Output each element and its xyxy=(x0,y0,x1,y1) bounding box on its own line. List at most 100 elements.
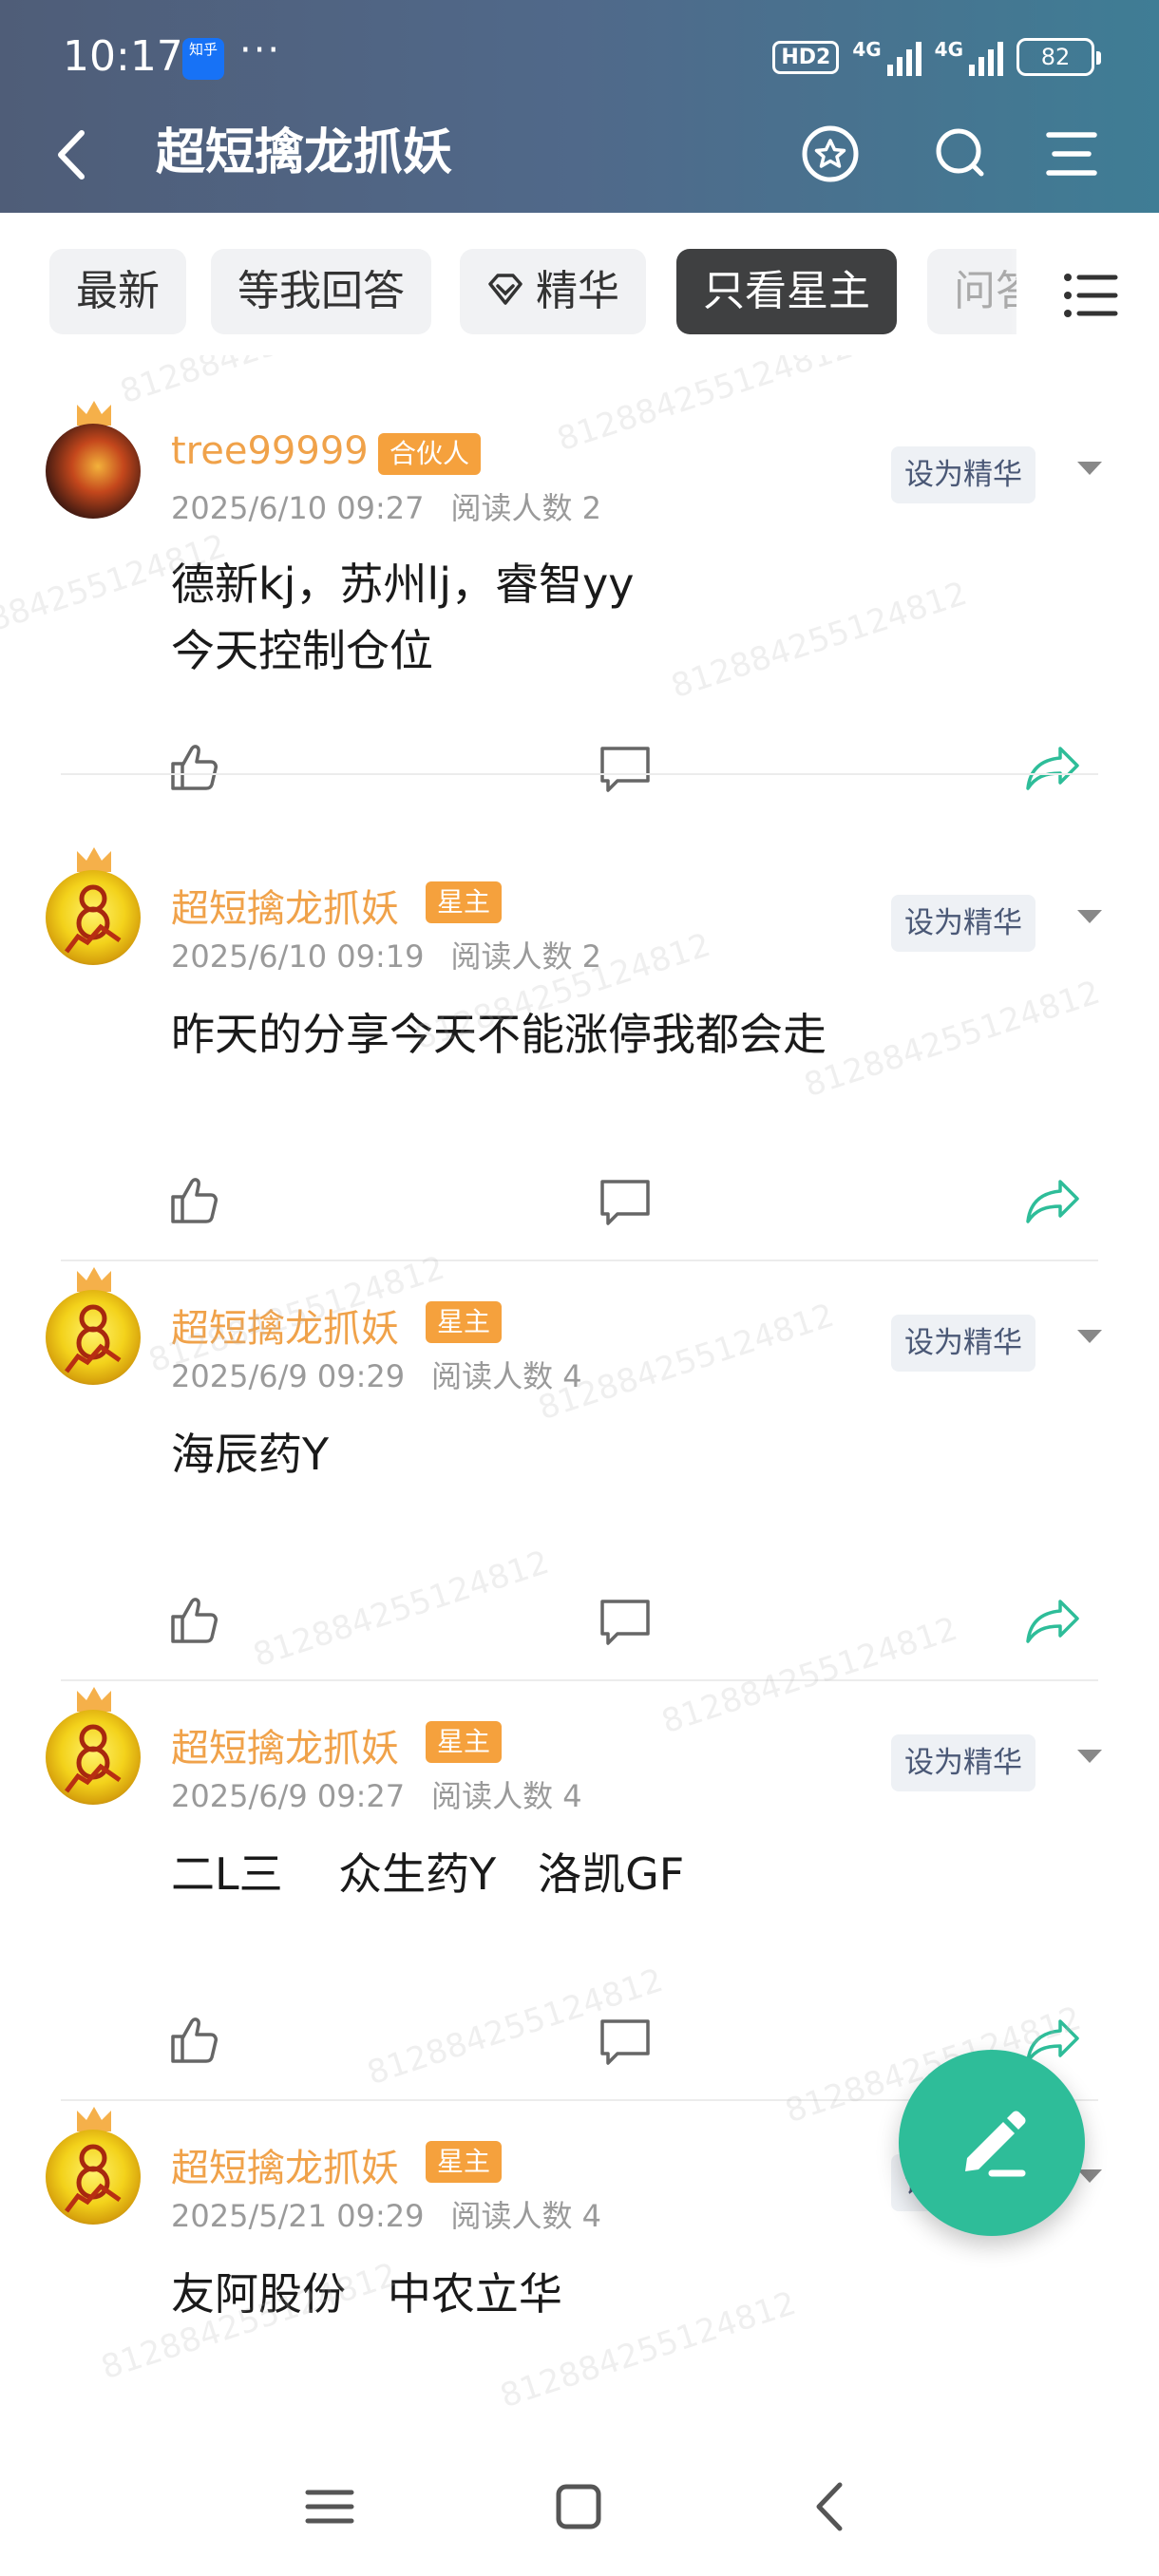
recent-apps-icon[interactable] xyxy=(296,2473,363,2540)
post-date: 2025/6/9 09:29 xyxy=(171,1358,406,1394)
role-badge: 星主 xyxy=(426,1301,503,1343)
filter-label: 等我回答 xyxy=(238,267,405,315)
share-icon[interactable] xyxy=(1022,739,1083,796)
compose-button[interactable] xyxy=(899,2050,1085,2236)
filter-tabs: 最新 等我回答 精华 只看星主 问答 xyxy=(0,213,1159,355)
comment-icon[interactable] xyxy=(597,2012,654,2069)
share-icon[interactable] xyxy=(1022,1172,1083,1229)
post-meta: 2025/6/9 09:27 阅读人数 4 xyxy=(171,1772,582,1816)
pencil-icon xyxy=(965,2111,1026,2177)
filter-featured[interactable]: 精华 xyxy=(460,249,646,334)
network-type-label: 4G xyxy=(934,38,963,61)
avatar xyxy=(46,2130,141,2225)
like-icon[interactable] xyxy=(165,739,222,796)
set-featured-button[interactable]: 设为精华 xyxy=(891,446,1036,503)
back-nav-icon[interactable] xyxy=(798,2473,864,2540)
menu-button[interactable] xyxy=(1034,116,1110,192)
filter-label: 精华 xyxy=(536,267,619,315)
post-date: 2025/6/10 09:27 xyxy=(171,490,425,526)
signal-icon: 4G xyxy=(935,38,1003,76)
more-options-icon[interactable] xyxy=(1077,1750,1102,1763)
more-options-icon[interactable] xyxy=(1077,2169,1102,2183)
post-content[interactable]: 海辰药Y xyxy=(171,1421,329,1487)
like-icon[interactable] xyxy=(165,2012,222,2069)
role-badge: 星主 xyxy=(426,1721,503,1763)
author-name[interactable]: tree99999 xyxy=(171,429,369,473)
menu-icon xyxy=(1046,132,1097,176)
search-icon xyxy=(936,128,984,177)
post-date: 2025/6/10 09:19 xyxy=(171,938,425,975)
post-content[interactable]: 昨天的分享今天不能涨停我都会走 xyxy=(171,1001,826,1068)
more-options-icon[interactable] xyxy=(1077,1330,1102,1343)
more-options-icon[interactable] xyxy=(1077,462,1102,475)
set-featured-button[interactable]: 设为精华 xyxy=(891,1734,1036,1791)
set-featured-button[interactable]: 设为精华 xyxy=(891,895,1036,952)
author-name[interactable]: 超短擒龙抓妖 xyxy=(171,1297,399,1353)
diamond-icon xyxy=(488,274,522,305)
avatar xyxy=(46,870,141,965)
home-icon[interactable] xyxy=(545,2473,612,2540)
avatar xyxy=(46,424,141,519)
navigation-bar: 超短擒龙抓妖 xyxy=(0,104,1159,209)
filter-owner-only[interactable]: 只看星主 xyxy=(676,249,897,334)
logo-mark-icon xyxy=(65,1304,122,1373)
more-notifications-icon: ··· xyxy=(239,28,282,72)
role-badge: 星主 xyxy=(426,881,503,923)
set-featured-button[interactable]: 设为精华 xyxy=(891,1315,1036,1372)
avatar-container[interactable] xyxy=(46,843,141,965)
filter-latest[interactable]: 最新 xyxy=(49,249,186,334)
avatar xyxy=(46,1710,141,1805)
signal-icon: 4G xyxy=(852,38,922,76)
read-count: 阅读人数 2 xyxy=(450,938,602,975)
read-count: 阅读人数 4 xyxy=(450,2198,602,2234)
post-content[interactable]: 二L三 众生药Y 洛凯GF xyxy=(171,1841,684,1907)
avatar-container[interactable] xyxy=(46,397,141,519)
author-name[interactable]: 超短擒龙抓妖 xyxy=(171,2137,399,2192)
post-content[interactable]: 德新kj，苏州lj，睿智yy 今天控制仓位 xyxy=(171,551,634,684)
network-type-label: 4G xyxy=(852,38,882,61)
post-meta: 2025/6/9 09:29 阅读人数 4 xyxy=(171,1353,582,1396)
avatar xyxy=(46,1290,141,1385)
battery-icon: 82 xyxy=(1016,38,1101,76)
list-view-button[interactable] xyxy=(1016,241,1159,346)
list-view-icon xyxy=(1064,274,1118,317)
filter-awaiting-answer[interactable]: 等我回答 xyxy=(211,249,431,334)
post-meta: 2025/6/10 09:27 阅读人数 2 xyxy=(171,484,601,528)
chevron-left-icon xyxy=(58,130,85,180)
post-meta: 2025/6/10 09:19 阅读人数 2 xyxy=(171,933,601,976)
avatar-container[interactable] xyxy=(46,2103,141,2225)
logo-mark-icon xyxy=(65,1724,122,1793)
author-name[interactable]: 超短擒龙抓妖 xyxy=(171,1717,399,1772)
avatar-container[interactable] xyxy=(46,1263,141,1385)
comment-icon[interactable] xyxy=(597,1172,654,1229)
post-meta: 2025/5/21 09:29 阅读人数 4 xyxy=(171,2192,601,2236)
post-divider xyxy=(61,773,1098,775)
star-circle-icon xyxy=(802,125,859,182)
read-count: 阅读人数 2 xyxy=(450,490,602,526)
system-navigation-bar xyxy=(0,2437,1159,2576)
post-card: tree99999 合伙人 2025/6/10 09:27 阅读人数 2 设为精华… xyxy=(0,355,1159,792)
star-button[interactable] xyxy=(792,116,868,192)
read-count: 阅读人数 4 xyxy=(431,1358,582,1394)
role-badge: 合伙人 xyxy=(378,433,482,475)
system-indicators: HD2 4G 4G 82 xyxy=(772,38,1101,76)
post-content[interactable]: 友阿股份 中农立华 xyxy=(171,2261,562,2327)
avatar-container[interactable] xyxy=(46,1683,141,1805)
logo-mark-icon xyxy=(65,884,122,954)
author-name[interactable]: 超短擒龙抓妖 xyxy=(171,878,399,933)
post-card: 超短擒龙抓妖 星主 2025/6/9 09:29 阅读人数 4 设为精华 海辰药Y xyxy=(0,1261,1159,1681)
filter-label: 最新 xyxy=(76,267,160,315)
like-icon[interactable] xyxy=(165,1172,222,1229)
page-title: 超短擒龙抓妖 xyxy=(156,124,453,181)
read-count: 阅读人数 4 xyxy=(431,1778,582,1814)
like-icon[interactable] xyxy=(165,1592,222,1649)
back-button[interactable] xyxy=(46,122,103,188)
comment-icon[interactable] xyxy=(597,739,654,796)
search-button[interactable] xyxy=(923,116,999,192)
share-icon[interactable] xyxy=(1022,1592,1083,1649)
role-badge: 星主 xyxy=(426,2141,503,2183)
status-bar: 10:17 知乎 ··· HD2 4G 4G 82 xyxy=(0,0,1159,114)
comment-icon[interactable] xyxy=(597,1592,654,1649)
more-options-icon[interactable] xyxy=(1077,910,1102,923)
status-time: 10:17 xyxy=(63,32,183,81)
